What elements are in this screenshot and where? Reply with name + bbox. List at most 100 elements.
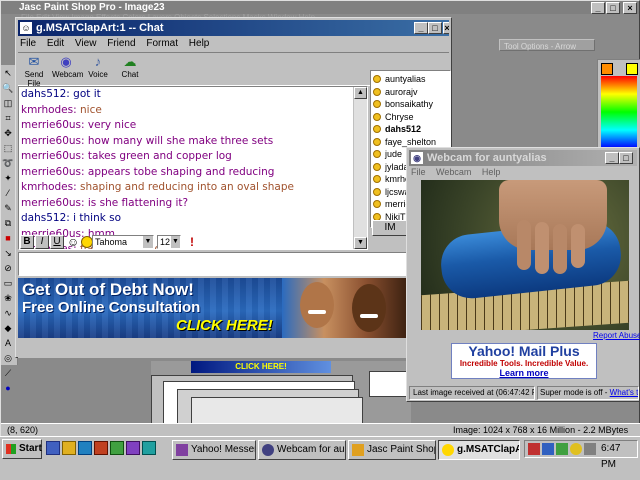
- chat-minimize-button[interactable]: _: [414, 22, 428, 34]
- yahoo-mail-ad[interactable]: Yahoo! Mail Plus Incredible Tools. Incre…: [451, 343, 597, 379]
- chat-maximize-button[interactable]: □: [428, 22, 442, 34]
- webcam-menu-webcam[interactable]: Webcam: [436, 167, 471, 177]
- chat-close-button[interactable]: ×: [443, 22, 449, 34]
- italic-button[interactable]: I: [35, 235, 49, 249]
- quicklaunch-icon-6[interactable]: [126, 441, 140, 455]
- debt-ad-banner[interactable]: Get Out of Debt Now! Free Online Consult…: [18, 278, 300, 338]
- fill-tool-icon[interactable]: ◆: [1, 321, 15, 335]
- picture-tube-icon[interactable]: ❀: [1, 291, 15, 305]
- chat-scrollbar[interactable]: ▲ ▼: [353, 87, 367, 249]
- quicklaunch-icon-2[interactable]: [62, 441, 76, 455]
- underline-button[interactable]: U: [50, 235, 64, 249]
- quicklaunch-icon-4[interactable]: [94, 441, 108, 455]
- webcam-minimize-button[interactable]: _: [605, 152, 619, 164]
- psp-maximize-button[interactable]: □: [606, 2, 620, 14]
- quicklaunch-icon-7[interactable]: [142, 441, 156, 455]
- background-color-swatch[interactable]: [626, 63, 638, 75]
- foreground-color-swatch[interactable]: [601, 63, 613, 75]
- psp-minimize-button[interactable]: _: [591, 2, 605, 14]
- whats-this-link[interactable]: What's this?: [610, 388, 638, 397]
- menu-file[interactable]: File: [20, 38, 36, 49]
- scroll-up-arrow[interactable]: ▲: [354, 87, 367, 99]
- text-tool-icon[interactable]: A: [1, 336, 15, 350]
- freehand-tool-icon[interactable]: ➰: [1, 156, 15, 170]
- chat-titlebar[interactable]: ☺ g.MSATClapArt:1 -- Chat _ □ ×: [18, 20, 449, 36]
- crop-tool-icon[interactable]: ⌗: [1, 111, 15, 125]
- buddy-list-item[interactable]: dahs512: [371, 123, 450, 136]
- menu-edit[interactable]: Edit: [47, 38, 64, 49]
- chat-icon: ☺: [20, 22, 32, 34]
- chat-message-user[interactable]: dahs512:: [21, 212, 70, 224]
- move-tool-icon[interactable]: ✥: [1, 126, 15, 140]
- menu-help[interactable]: Help: [189, 38, 210, 49]
- chat-message-user[interactable]: merrie60us:: [21, 119, 85, 131]
- taskbar-webcam[interactable]: Webcam for auntyalias: [258, 440, 346, 460]
- deform-tool-icon[interactable]: ◫: [1, 96, 15, 110]
- ad-headline: Get Out of Debt Now!: [22, 280, 194, 299]
- chat-transcript[interactable]: dahs512: got it kmrhodes: nice merrie60us:…: [18, 86, 368, 250]
- paintbrush-tool-icon[interactable]: ✎: [1, 201, 15, 215]
- yahoo-mail-learn-more[interactable]: Learn more: [452, 368, 596, 378]
- chat-message-user[interactable]: kmrhodes:: [21, 104, 77, 116]
- selection-tool-icon[interactable]: ⬚: [1, 141, 15, 155]
- alert-icon[interactable]: !: [190, 234, 202, 250]
- send-file-button[interactable]: ✉ Send File: [20, 54, 48, 88]
- quicklaunch-icon[interactable]: [46, 441, 60, 455]
- taskbar-paint-shop-pro[interactable]: Jasc Paint Shop Pro -...: [348, 440, 436, 460]
- tray-icon-3[interactable]: [556, 443, 568, 455]
- tray-icon-1[interactable]: [528, 443, 540, 455]
- buddy-list-item[interactable]: bonsaikathy: [371, 98, 450, 111]
- message-input[interactable]: [18, 252, 449, 276]
- tray-icon-5[interactable]: [584, 443, 596, 455]
- dropper-tool-icon[interactable]: ⁄: [1, 186, 15, 200]
- webcam-menu-file[interactable]: File: [411, 167, 426, 177]
- ad-cta[interactable]: CLICK HERE!: [176, 317, 273, 334]
- webcam-maximize-button[interactable]: □: [619, 152, 633, 164]
- font-select[interactable]: Tahoma ▼: [92, 235, 154, 249]
- menu-view[interactable]: View: [75, 38, 97, 49]
- tray-icon-4[interactable]: [570, 443, 582, 455]
- chat-message-user[interactable]: merrie60us:: [21, 166, 85, 178]
- chat-button[interactable]: ☁ Chat: [116, 54, 144, 84]
- font-size-select[interactable]: 12 ▼: [157, 235, 181, 249]
- start-button[interactable]: Start: [2, 439, 42, 459]
- taskbar-yahoo-messenger[interactable]: Yahoo! Messenger: [172, 440, 256, 460]
- scratch-remover-icon[interactable]: ⊘: [1, 261, 15, 275]
- tool-options-bar[interactable]: Tool Options - Arrow: [499, 39, 595, 51]
- bold-button[interactable]: B: [20, 235, 34, 249]
- chat-message-user[interactable]: merrie60us:: [21, 150, 85, 162]
- menu-friend[interactable]: Friend: [107, 38, 135, 49]
- wand-tool-icon[interactable]: ✦: [1, 171, 15, 185]
- menu-format[interactable]: Format: [146, 38, 178, 49]
- retouch-tool-icon[interactable]: ↘: [1, 246, 15, 260]
- smiley-icon[interactable]: ☺: [67, 235, 81, 249]
- quicklaunch-icon-3[interactable]: [78, 441, 92, 455]
- chat-message-user[interactable]: merrie60us:: [21, 135, 85, 147]
- voice-button[interactable]: ♪ Voice: [84, 54, 112, 84]
- psp-close-button[interactable]: ×: [623, 2, 637, 14]
- webcam-button[interactable]: ◉ Webcam: [52, 54, 83, 84]
- eraser-tool-icon[interactable]: ▭: [1, 276, 15, 290]
- quicklaunch-icon-5[interactable]: [110, 441, 124, 455]
- draw-tool-icon[interactable]: ⟋: [1, 366, 15, 380]
- color-replacer-icon[interactable]: ■: [1, 231, 15, 245]
- buddy-list-item[interactable]: Chryse: [371, 111, 450, 124]
- taskbar-chat[interactable]: g.MSATClapArt:...: [438, 440, 520, 460]
- buddy-list-item[interactable]: auntyalias: [371, 73, 450, 86]
- chat-message-user[interactable]: dahs512:: [21, 88, 70, 100]
- arrow-tool-icon[interactable]: ↖: [1, 66, 15, 80]
- tray-icon-2[interactable]: [542, 443, 554, 455]
- shape-tool-icon[interactable]: ◎: [1, 351, 15, 365]
- report-abuse-link[interactable]: Report Abuse: [593, 331, 640, 340]
- clone-tool-icon[interactable]: ⧉: [1, 216, 15, 230]
- voice-icon: ♪: [94, 54, 102, 69]
- webcam-menu-help[interactable]: Help: [482, 167, 501, 177]
- chat-message-user[interactable]: kmrhodes:: [21, 181, 77, 193]
- webcam-small-icon: [262, 444, 274, 456]
- webcam-titlebar[interactable]: ◉ Webcam for auntyalias _ □: [409, 150, 637, 166]
- color-swatch-icon[interactable]: ●: [1, 381, 15, 395]
- buddy-list-item[interactable]: aurorajv: [371, 86, 450, 99]
- zoom-tool-icon[interactable]: 🔍: [1, 81, 15, 95]
- chat-message-user[interactable]: merrie60us:: [21, 197, 85, 209]
- airbrush-tool-icon[interactable]: ∿: [1, 306, 15, 320]
